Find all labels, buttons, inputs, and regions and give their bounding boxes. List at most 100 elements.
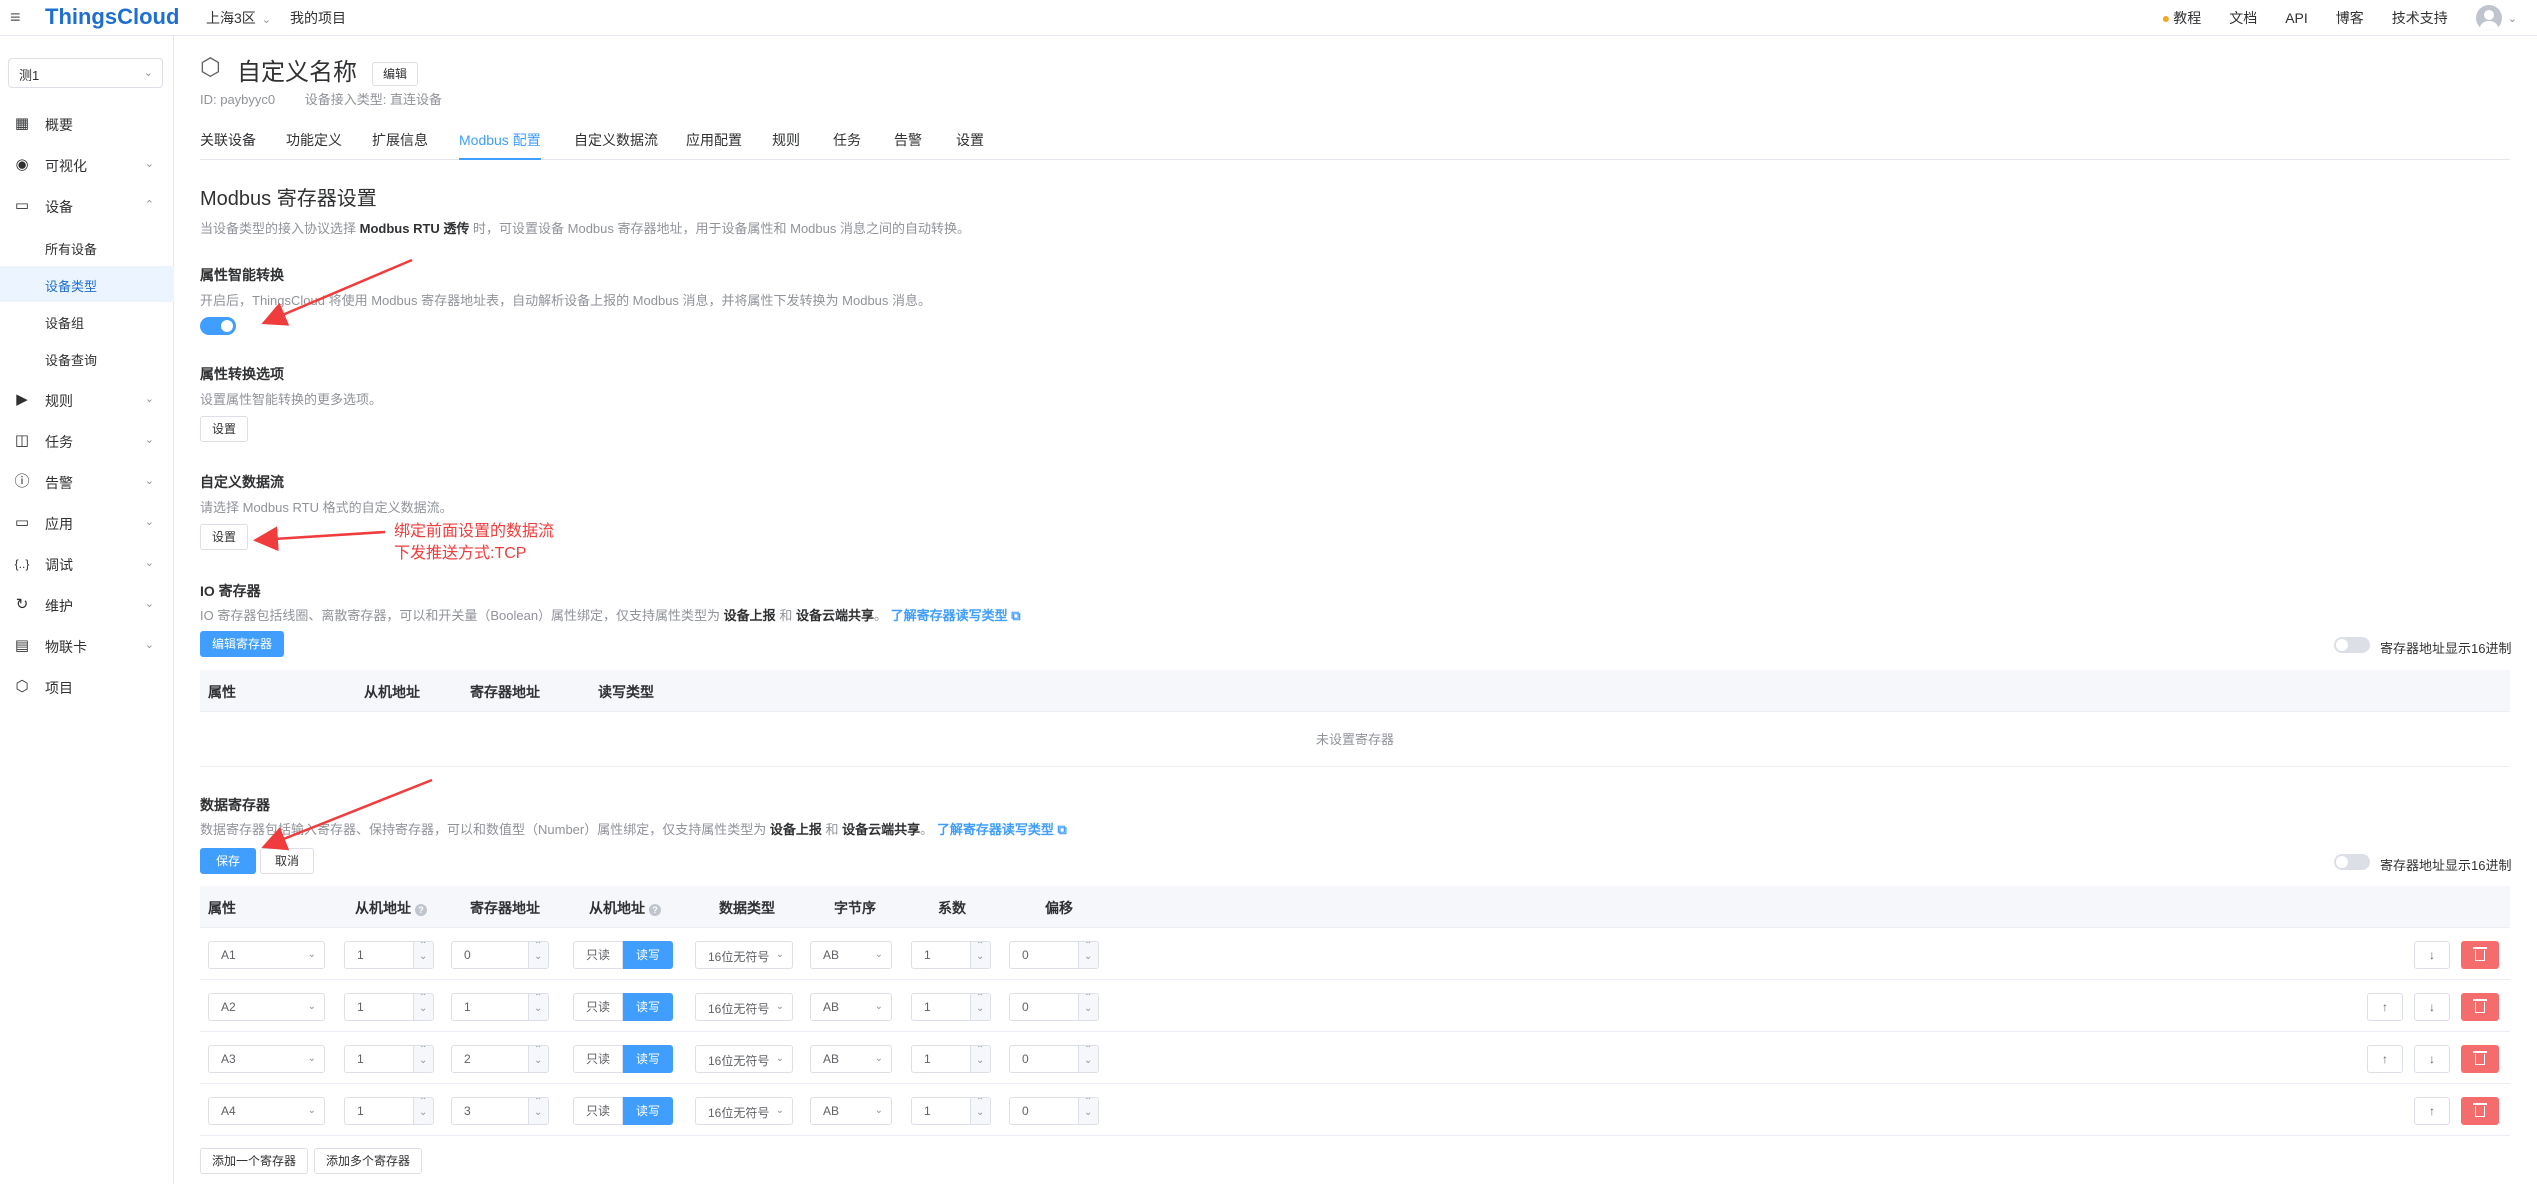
stepper-arrows[interactable] (413, 994, 433, 1020)
stepper-arrows[interactable] (413, 942, 433, 968)
sidebar-item-alarms[interactable]: ⓘ 告警 ⌄ (0, 464, 174, 500)
coef-stepper[interactable]: 1 (911, 1045, 991, 1073)
coef-stepper[interactable]: 1 (911, 941, 991, 969)
rw-toggle[interactable]: 只读 读写 (573, 993, 674, 1021)
move-down-button[interactable]: ↓ (2414, 993, 2450, 1021)
sidebar-sub-device-groups[interactable]: 设备组 (0, 303, 174, 339)
support-link[interactable]: 技术支持 (2392, 8, 2448, 28)
tab-linked-devices[interactable]: 关联设备 (200, 130, 256, 160)
stepper-arrows[interactable] (528, 1098, 548, 1124)
sidebar-item-sim-card[interactable]: ▤ 物联卡 ⌄ (0, 628, 174, 664)
coef-stepper[interactable]: 1 (911, 993, 991, 1021)
attr-select[interactable]: A1 ⌄ (208, 941, 325, 969)
dtype-select[interactable]: 16位无符号 ⌄ (695, 941, 793, 969)
rw-toggle[interactable]: 只读 读写 (573, 1045, 674, 1073)
sidebar-sub-device-query[interactable]: 设备查询 (0, 340, 174, 376)
tab-extended-info[interactable]: 扩展信息 (372, 130, 428, 160)
addr-stepper[interactable]: 3 (451, 1097, 549, 1125)
sidebar-item-project[interactable]: ⬡ 项目 (0, 669, 174, 705)
stepper-arrows[interactable] (970, 994, 990, 1020)
stepper-arrows[interactable] (970, 1046, 990, 1072)
readwrite-option[interactable]: 读写 (623, 993, 674, 1021)
delete-row-button[interactable] (2461, 1097, 2499, 1125)
order-select[interactable]: AB ⌄ (810, 993, 892, 1021)
sidebar-item-device[interactable]: ▭ 设备 ⌃ (0, 188, 174, 224)
io-learn-link[interactable]: 了解寄存器读写类型 ⧉ (891, 608, 1021, 623)
move-up-button[interactable]: ↑ (2367, 1045, 2403, 1073)
readonly-option[interactable]: 只读 (573, 1097, 624, 1125)
addr-stepper[interactable]: 2 (451, 1045, 549, 1073)
move-up-button[interactable]: ↑ (2414, 1097, 2450, 1125)
tab-rules[interactable]: 规则 (772, 130, 800, 160)
slave-stepper[interactable]: 1 (344, 993, 434, 1021)
stepper-arrows[interactable] (970, 1098, 990, 1124)
data-hex-toggle[interactable] (2334, 854, 2370, 870)
stepper-arrows[interactable] (1078, 1098, 1098, 1124)
io-hex-toggle[interactable] (2334, 637, 2370, 653)
add-one-register-button[interactable]: 添加一个寄存器 (200, 1148, 309, 1174)
sidebar-item-maintain[interactable]: ↻ 维护 ⌄ (0, 587, 174, 623)
tab-settings[interactable]: 设置 (956, 130, 984, 160)
docs-link[interactable]: 文档 (2229, 8, 2257, 28)
region-selector[interactable]: 上海3区 ⌄ (206, 8, 271, 28)
move-down-button[interactable]: ↓ (2414, 1045, 2450, 1073)
project-select[interactable]: 测1 ⌄ (8, 58, 163, 88)
attr-select[interactable]: A4 ⌄ (208, 1097, 325, 1125)
order-select[interactable]: AB ⌄ (810, 1045, 892, 1073)
addr-stepper[interactable]: 0 (451, 941, 549, 969)
readwrite-option[interactable]: 读写 (623, 941, 674, 969)
rw-toggle[interactable]: 只读 读写 (573, 941, 674, 969)
coef-stepper[interactable]: 1 (911, 1097, 991, 1125)
stepper-arrows[interactable] (970, 942, 990, 968)
slave-stepper[interactable]: 1 (344, 941, 434, 969)
stepper-arrows[interactable] (528, 942, 548, 968)
my-project-link[interactable]: 我的项目 (290, 8, 346, 28)
dtype-select[interactable]: 16位无符号 ⌄ (695, 1045, 793, 1073)
tab-function-def[interactable]: 功能定义 (286, 130, 342, 160)
smart-convert-switch[interactable] (200, 317, 236, 335)
order-select[interactable]: AB ⌄ (810, 941, 892, 969)
sidebar-item-overview[interactable]: ▦ 概要 (0, 106, 174, 142)
data-learn-link[interactable]: 了解寄存器读写类型 ⧉ (937, 822, 1067, 837)
offset-stepper[interactable]: 0 (1009, 941, 1099, 969)
cancel-button[interactable]: 取消 (260, 848, 315, 874)
offset-stepper[interactable]: 0 (1009, 993, 1099, 1021)
tab-modbus-config[interactable]: Modbus 配置 (459, 130, 541, 160)
save-button[interactable]: 保存 (200, 848, 257, 874)
stepper-arrows[interactable] (1078, 994, 1098, 1020)
sidebar-sub-all-devices[interactable]: 所有设备 (0, 229, 174, 265)
readwrite-option[interactable]: 读写 (623, 1045, 674, 1073)
order-select[interactable]: AB ⌄ (810, 1097, 892, 1125)
tab-alarms[interactable]: 告警 (894, 130, 922, 160)
avatar[interactable] (2475, 5, 2502, 31)
addr-stepper[interactable]: 1 (451, 993, 549, 1021)
readwrite-option[interactable]: 读写 (623, 1097, 674, 1125)
attr-select[interactable]: A2 ⌄ (208, 993, 325, 1021)
stepper-arrows[interactable] (1078, 1046, 1098, 1072)
dtype-select[interactable]: 16位无符号 ⌄ (695, 1097, 793, 1125)
stepper-arrows[interactable] (413, 1046, 433, 1072)
slave-stepper[interactable]: 1 (344, 1045, 434, 1073)
dtype-select[interactable]: 16位无符号 ⌄ (695, 993, 793, 1021)
tab-app-config[interactable]: 应用配置 (686, 130, 742, 160)
sidebar-item-debug[interactable]: {..} 调试 ⌄ (0, 546, 174, 582)
edit-name-button[interactable]: 编辑 (372, 62, 419, 86)
sidebar-item-visual[interactable]: ◉ 可视化 ⌄ (0, 147, 174, 183)
readonly-option[interactable]: 只读 (573, 1045, 624, 1073)
sidebar-sub-device-types[interactable]: 设备类型 (0, 266, 174, 302)
delete-row-button[interactable] (2461, 993, 2499, 1021)
tab-tasks[interactable]: 任务 (833, 130, 861, 160)
logo[interactable]: ThingsCloud (45, 4, 179, 30)
tab-custom-stream[interactable]: 自定义数据流 (574, 130, 658, 160)
stepper-arrows[interactable] (528, 1046, 548, 1072)
chevron-down-icon[interactable]: ⌄ (2508, 12, 2517, 25)
delete-row-button[interactable] (2461, 1045, 2499, 1073)
readonly-option[interactable]: 只读 (573, 993, 624, 1021)
menu-collapse-icon[interactable]: ≡ (10, 7, 21, 28)
custom-stream-button[interactable]: 设置 (200, 524, 249, 550)
stepper-arrows[interactable] (1078, 942, 1098, 968)
delete-row-button[interactable] (2461, 941, 2499, 969)
add-many-registers-button[interactable]: 添加多个寄存器 (314, 1148, 423, 1174)
tutorial-link[interactable]: ● 教程 (2162, 8, 2201, 28)
convert-options-button[interactable]: 设置 (200, 416, 249, 442)
